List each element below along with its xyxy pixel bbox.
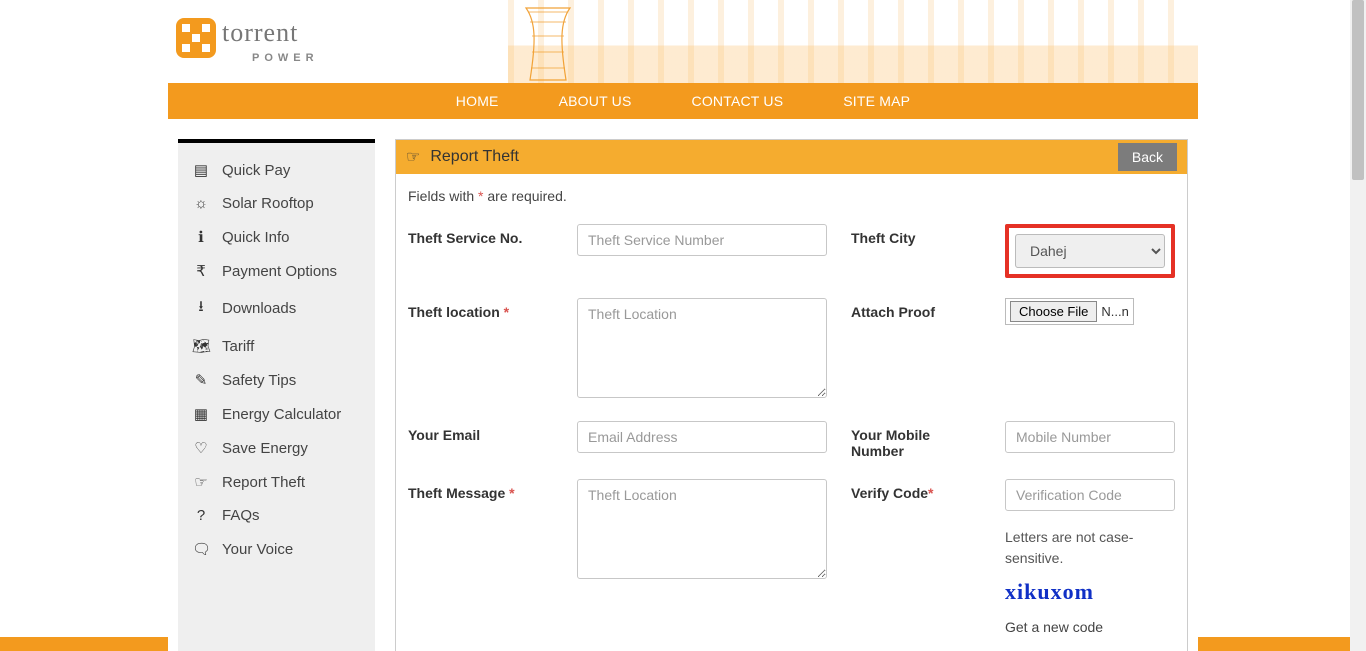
header: torrent POWER [168,0,1198,83]
label-text: Verify Code [851,485,928,501]
primary-nav: HOME ABOUT US CONTACT US SITE MAP [168,83,1198,119]
brand-name: torrent [222,18,319,48]
sidebar-item-label: Save Energy [222,440,308,457]
sidebar-item-label: Tariff [222,338,254,355]
sidebar-item-solar-rooftop[interactable]: ☼ Solar Rooftop [178,187,375,220]
main-row: ▤ Quick Pay ☼ Solar Rooftop ℹ Quick Info ₹ P… [168,119,1198,651]
viewport: torrent POWER HOME ABOUT US CONTACT US S… [0,0,1366,651]
rupee-icon: ₹ [192,262,210,280]
logo-text: torrent POWER [222,18,319,64]
page-container: torrent POWER HOME ABOUT US CONTACT US S… [168,0,1198,651]
label-theft-location: Theft location * [408,298,553,320]
wand-icon: ✎ [192,371,210,389]
sidebar-item-quick-pay[interactable]: ▤ Quick Pay [178,153,375,187]
logo-mark-icon [176,18,216,58]
content-panel: ☞ Report Theft Back Fields with * are re… [395,139,1188,651]
file-status-text: N...n [1101,304,1128,319]
sidebar-item-tariff[interactable]: 🗺 Tariff [178,329,375,363]
captcha-image: xikuxom [1005,579,1175,605]
theft-city-select[interactable]: Dahej [1015,234,1165,268]
choose-file-button[interactable]: Choose File [1010,301,1097,322]
nav-sitemap[interactable]: SITE MAP [843,93,910,109]
sidebar-item-label: Your Voice [222,541,293,558]
bulb-icon: ♡ [192,439,210,457]
sidebar-item-safety-tips[interactable]: ✎ Safety Tips [178,363,375,397]
nav-home[interactable]: HOME [456,93,499,109]
asterisk-icon: * [928,485,933,501]
info-icon: ℹ [192,228,210,246]
label-verify-code: Verify Code* [851,479,981,501]
label-text: Theft location [408,304,504,320]
sidebar-item-label: Quick Pay [222,162,290,179]
grid-icon: ▦ [192,405,210,423]
asterisk-icon: * [504,304,509,320]
label-attach-proof: Attach Proof [851,298,981,320]
card-icon: ▤ [192,161,210,179]
download-icon: ⭳ [192,296,210,321]
sidebar-item-quick-info[interactable]: ℹ Quick Info [178,220,375,254]
label-email: Your Email [408,421,553,443]
form-grid: Theft Service No. Theft City Dahej Theft… [408,224,1175,635]
sidebar-item-save-energy[interactable]: ♡ Save Energy [178,431,375,465]
label-text: Theft Message [408,485,509,501]
sidebar-item-label: Safety Tips [222,372,296,389]
mobile-input[interactable] [1005,421,1175,453]
theft-message-textarea[interactable] [577,479,827,579]
skyline-decoration [508,0,1198,83]
sidebar-item-report-theft[interactable]: ☞ Report Theft [178,465,375,499]
panel-header: ☞ Report Theft Back [396,140,1187,174]
theft-location-textarea[interactable] [577,298,827,398]
hand-icon: ☞ [406,147,420,167]
note-text: Fields with [408,188,478,204]
label-service-no: Theft Service No. [408,224,553,246]
chat-icon: 🗨 [192,540,210,558]
nav-about[interactable]: ABOUT US [559,93,632,109]
sidebar-item-energy-calculator[interactable]: ▦ Energy Calculator [178,397,375,431]
sidebar-item-label: Downloads [222,300,296,317]
label-theft-city: Theft City [851,224,981,246]
verify-code-input[interactable] [1005,479,1175,511]
back-button[interactable]: Back [1118,143,1177,171]
note-text: are required. [483,188,566,204]
sidebar-item-label: Payment Options [222,263,337,280]
nav-contact[interactable]: CONTACT US [692,93,784,109]
sidebar-item-your-voice[interactable]: 🗨 Your Voice [178,532,375,566]
sidebar-item-faqs[interactable]: ? FAQs [178,499,375,532]
brand-logo[interactable]: torrent POWER [176,18,319,64]
sidebar-item-downloads[interactable]: ⭳ Downloads [178,288,375,329]
sidebar-item-payment-options[interactable]: ₹ Payment Options [178,254,375,288]
sidebar-item-label: FAQs [222,507,260,524]
sun-icon: ☼ [192,195,210,212]
panel-title: Report Theft [430,148,519,166]
theft-service-input[interactable] [577,224,827,256]
hand-icon: ☞ [192,473,210,491]
get-new-code-link[interactable]: Get a new code [1005,619,1175,635]
theft-city-highlight: Dahej [1005,224,1175,278]
file-input-row: Choose File N...n [1005,298,1134,325]
required-fields-note: Fields with * are required. [408,188,1175,204]
brand-subname: POWER [252,52,319,64]
question-icon: ? [192,507,210,524]
label-theft-message: Theft Message * [408,479,553,501]
scrollbar-thumb[interactable] [1352,0,1364,180]
email-input[interactable] [577,421,827,453]
map-icon: 🗺 [192,337,210,355]
asterisk-icon: * [509,485,514,501]
label-mobile: Your Mobile Number [851,421,981,459]
sidebar: ▤ Quick Pay ☼ Solar Rooftop ℹ Quick Info ₹ P… [178,139,375,651]
vertical-scrollbar[interactable] [1350,0,1366,651]
form-body: Fields with * are required. Theft Servic… [396,174,1187,651]
sidebar-item-label: Report Theft [222,474,305,491]
verify-column: Letters are not case-sensitive. xikuxom … [1005,479,1175,635]
sidebar-item-label: Quick Info [222,229,290,246]
sidebar-item-label: Energy Calculator [222,406,341,423]
sidebar-item-label: Solar Rooftop [222,195,314,212]
captcha-note: Letters are not case-sensitive. [1005,527,1175,569]
